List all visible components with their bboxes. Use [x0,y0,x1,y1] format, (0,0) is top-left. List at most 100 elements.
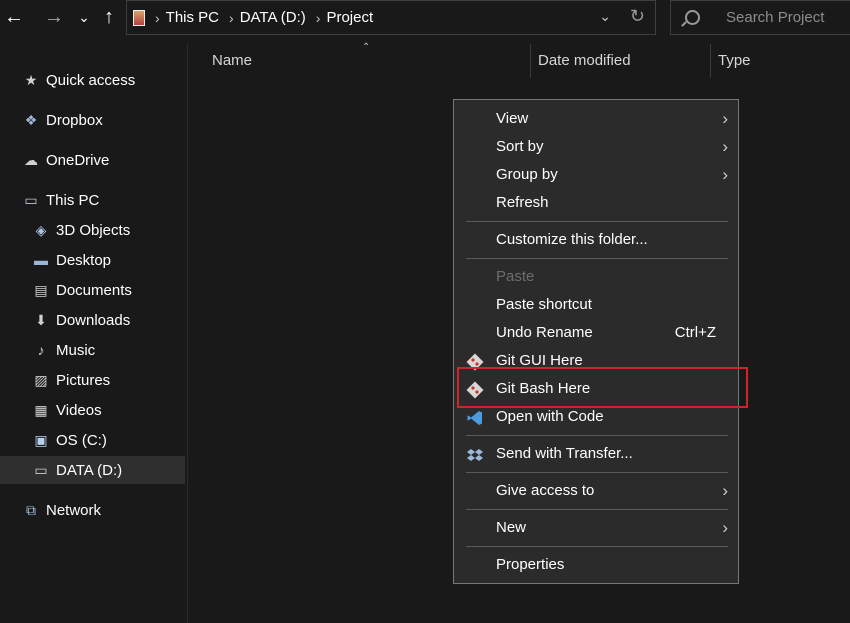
dropbox-icon [467,449,483,461]
column-date-modified[interactable]: Date modified [538,52,631,69]
sidebar-item-3d-objects[interactable]: ◈ 3D Objects [0,216,185,244]
menu-separator [466,546,728,547]
star-icon: ★ [24,71,38,88]
desktop-icon: ▬ [34,252,48,268]
up-arrow-icon[interactable]: ↑ [95,3,123,31]
menu-separator [466,258,728,259]
menu-separator [466,221,728,222]
chevron-right-icon: › [155,9,160,26]
sidebar-item-label: Videos [56,401,102,419]
computer-icon: ▭ [24,191,38,208]
menu-item-paste: Paste [454,264,738,292]
shortcut-label: Ctrl+Z [674,324,716,341]
film-icon: ▦ [34,401,48,418]
menu-item-label: Send with Transfer... [496,445,633,462]
menu-item-paste-shortcut[interactable]: Paste shortcut [454,292,738,320]
refresh-icon[interactable]: ↻ [630,6,645,27]
address-bar[interactable]: › This PC › DATA (D:) › Project ⌄ ↻ [126,0,656,35]
chevron-right-icon: › [722,518,728,537]
search-icon [685,10,700,25]
navigation-pane: ★ Quick access ❖ Dropbox ☁ OneDrive ▭ Th… [0,44,188,623]
sidebar-item-os-c[interactable]: ▣ OS (C:) [0,426,185,454]
music-note-icon: ♪ [37,342,45,358]
menu-item-properties[interactable]: Properties [454,552,738,580]
sidebar-item-music[interactable]: ♪ Music [0,336,185,364]
chevron-right-icon: › [722,481,728,500]
menu-item-view[interactable]: View › [454,106,738,134]
menu-item-label: Undo Rename [496,324,593,341]
sidebar-item-downloads[interactable]: ⬇ Downloads [0,306,185,334]
menu-item-label: Refresh [496,194,549,211]
sidebar-item-label: OneDrive [46,151,110,169]
sidebar-item-label: Documents [56,281,132,299]
breadcrumb-project[interactable]: Project [326,9,373,26]
sidebar-item-data-d[interactable]: ▭ DATA (D:) [0,456,185,484]
forward-arrow-icon[interactable]: → [40,3,68,31]
sidebar-item-this-pc[interactable]: ▭ This PC [0,186,185,214]
menu-item-send-with-transfer[interactable]: Send with Transfer... [454,441,738,469]
menu-item-open-with-code[interactable]: Open with Code [454,404,738,432]
recent-locations-chevron-icon[interactable]: ⌄ [70,3,98,31]
sidebar-item-label: Quick access [46,71,136,89]
download-arrow-icon: ⬇ [35,311,47,328]
folder-icon [133,9,145,26]
menu-item-label: Properties [496,556,565,573]
context-menu: View › Sort by › Group by › Refresh Cust… [453,99,739,584]
address-dropdown-icon[interactable]: ⌄ [599,8,611,25]
menu-item-label: Customize this folder... [496,231,648,248]
sidebar-item-network[interactable]: ⧉ Network [0,496,185,524]
column-divider[interactable] [530,44,531,78]
highlight-box [457,367,748,408]
chevron-right-icon: › [722,137,728,156]
column-type[interactable]: Type [718,52,751,69]
menu-item-label: Paste shortcut [496,296,592,313]
network-icon: ⧉ [26,501,36,518]
sidebar-item-label: Pictures [56,371,111,389]
sidebar-item-label: Music [56,341,96,359]
sidebar-item-documents[interactable]: ▤ Documents [0,276,185,304]
menu-separator [466,435,728,436]
search-placeholder: Search Project [726,9,825,26]
menu-item-label: Paste [496,268,535,285]
sidebar-item-quick-access[interactable]: ★ Quick access [0,66,185,94]
menu-item-refresh[interactable]: Refresh [454,190,738,218]
menu-separator [466,472,728,473]
sidebar-item-label: 3D Objects [56,221,131,239]
sidebar-item-label: Downloads [56,311,131,329]
menu-item-sort-by[interactable]: Sort by › [454,134,738,162]
sidebar-item-label: Dropbox [46,111,103,129]
menu-item-give-access-to[interactable]: Give access to › [454,478,738,506]
column-header: ⌃ Name Date modified Type [188,42,850,79]
sidebar-item-desktop[interactable]: ▬ Desktop [0,246,185,274]
sidebar-item-onedrive[interactable]: ☁ OneDrive [0,146,185,174]
column-divider[interactable] [710,44,711,78]
sidebar-item-label: Desktop [56,251,112,269]
sidebar-item-videos[interactable]: ▦ Videos [0,396,185,424]
picture-icon: ▨ [34,371,48,388]
column-name[interactable]: Name [212,52,252,69]
menu-item-label: New [496,519,527,536]
menu-item-label: Open with Code [496,408,604,425]
menu-item-label: Sort by [496,138,544,155]
sidebar-item-label: This PC [46,191,100,209]
sidebar-item-pictures[interactable]: ▨ Pictures [0,366,185,394]
vscode-icon [467,411,482,425]
breadcrumb-data-d[interactable]: DATA (D:) [240,9,306,26]
sidebar-item-label: DATA (D:) [56,461,123,479]
chevron-right-icon: › [315,9,321,26]
dropbox-icon: ❖ [24,111,38,128]
toolbar: ← → ⌄ ↑ › This PC › DATA (D:) › Project … [0,0,850,36]
menu-item-new[interactable]: New › [454,515,738,543]
menu-item-label: Group by [496,166,558,183]
menu-separator [466,509,728,510]
menu-item-group-by[interactable]: Group by › [454,162,738,190]
sidebar-item-dropbox[interactable]: ❖ Dropbox [0,106,185,134]
search-box[interactable]: Search Project [670,0,850,35]
menu-item-customize-folder[interactable]: Customize this folder... [454,227,738,255]
sidebar-item-label: Network [46,501,102,519]
chevron-right-icon: › [722,165,728,184]
cloud-icon: ☁ [24,151,38,168]
breadcrumb-this-pc[interactable]: This PC [166,9,219,26]
menu-item-undo-rename[interactable]: Undo Rename Ctrl+Z [454,320,738,348]
back-arrow-icon[interactable]: ← [0,3,28,31]
